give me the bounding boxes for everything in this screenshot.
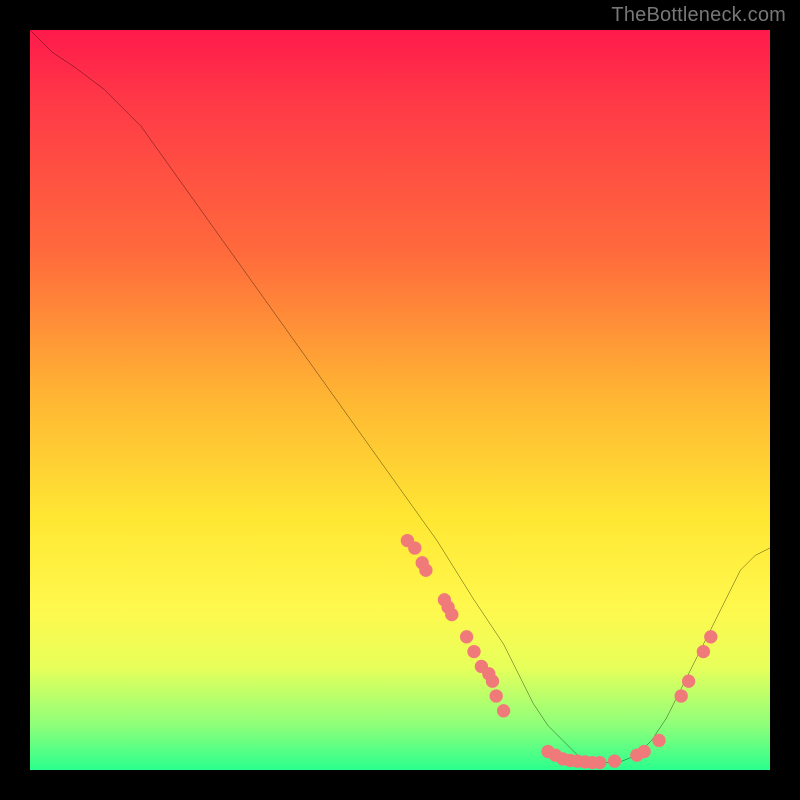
- curve-marker: [497, 704, 510, 717]
- watermark-text: TheBottleneck.com: [611, 4, 786, 27]
- curve-markers: [401, 534, 718, 769]
- curve-marker: [445, 608, 458, 621]
- curve-marker: [486, 675, 499, 688]
- curve-marker: [675, 689, 688, 702]
- curve-marker: [652, 734, 665, 747]
- plot-area: [30, 30, 770, 770]
- curve-svg: [30, 30, 770, 770]
- curve-marker: [704, 630, 717, 643]
- curve-marker: [467, 645, 480, 658]
- curve-marker: [408, 541, 421, 554]
- curve-marker: [460, 630, 473, 643]
- curve-marker: [697, 645, 710, 658]
- curve-marker: [682, 675, 695, 688]
- curve-line: [30, 30, 770, 763]
- curve-marker: [419, 564, 432, 577]
- curve-marker: [593, 756, 606, 769]
- curve-marker: [608, 754, 621, 767]
- chart-frame: TheBottleneck.com: [0, 0, 800, 800]
- curve-marker: [638, 745, 651, 758]
- curve-marker: [490, 689, 503, 702]
